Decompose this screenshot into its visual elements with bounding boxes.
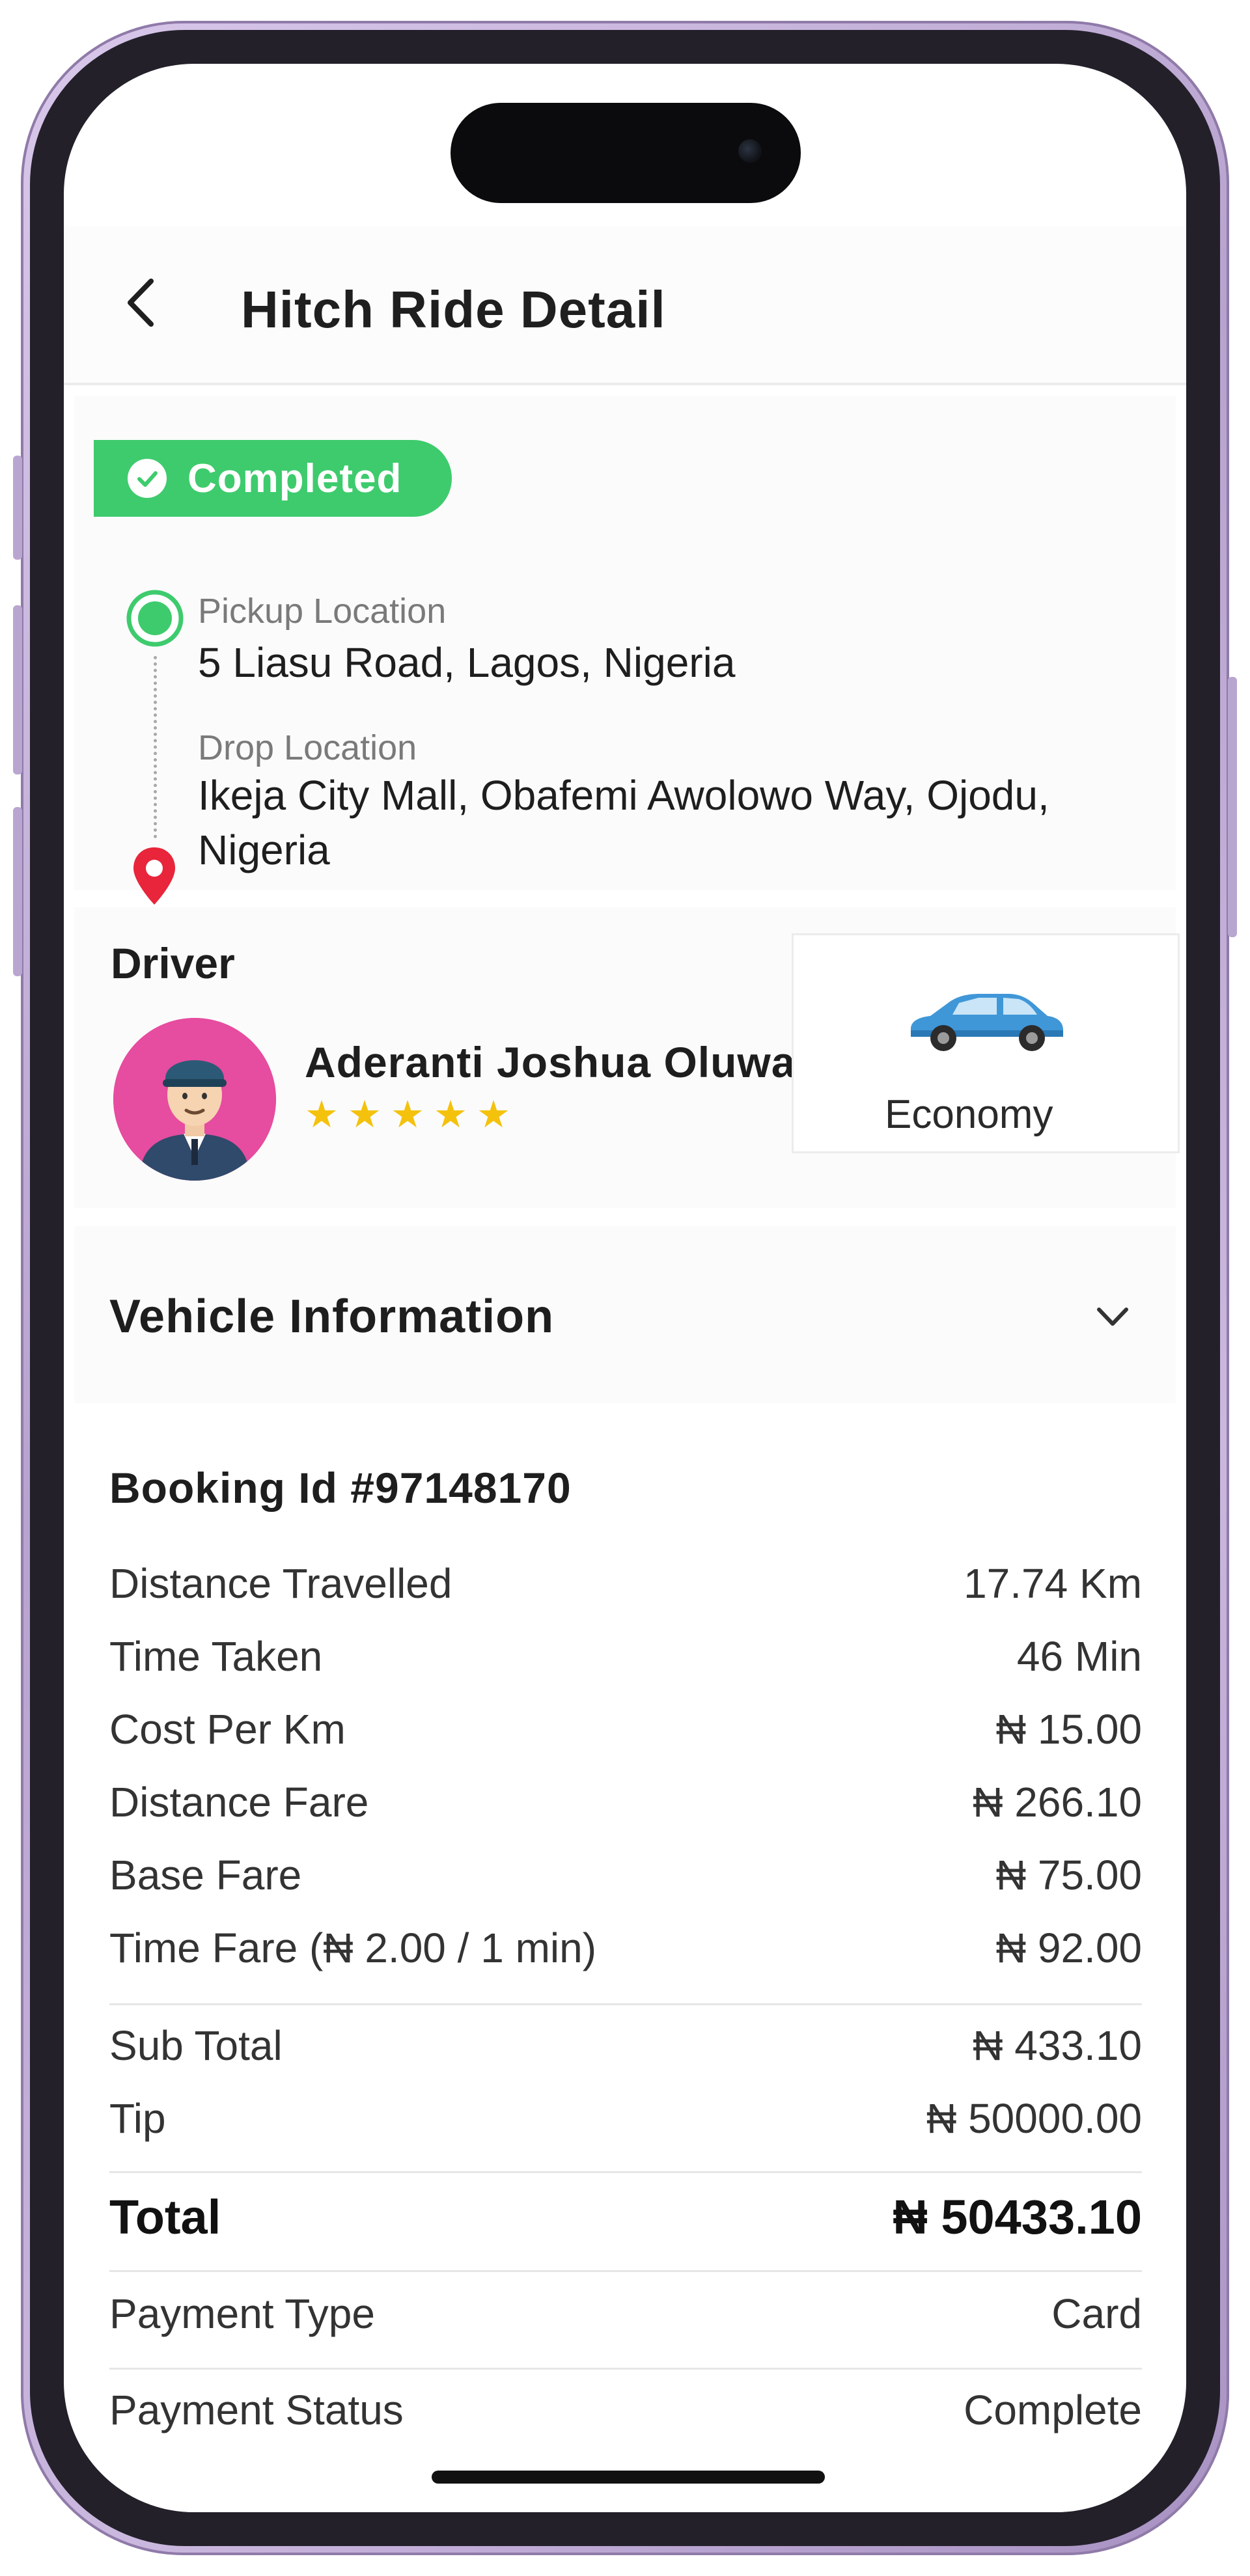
fare-label: Base Fare xyxy=(109,1852,302,1898)
side-button-right xyxy=(1228,677,1237,937)
fare-label: Cost Per Km xyxy=(109,1706,346,1753)
total-label: Total xyxy=(109,2190,221,2244)
star-icon: ★ xyxy=(305,1093,339,1136)
tip-label: Tip xyxy=(109,2095,166,2142)
payment-type-label: Payment Type xyxy=(109,2290,375,2337)
payment-type-value: Card xyxy=(1051,2290,1142,2337)
home-indicator[interactable] xyxy=(432,2471,825,2484)
drop-label: Drop Location xyxy=(198,728,417,767)
payment-status-label: Payment Status xyxy=(109,2387,404,2433)
fare-value: ₦ 92.00 xyxy=(995,1925,1142,1971)
chevron-down-icon[interactable] xyxy=(1090,1298,1135,1337)
fare-value: ₦ 15.00 xyxy=(995,1706,1142,1753)
payment-status-row: Payment Status Complete xyxy=(109,2386,1142,2434)
fare-label: Time Taken xyxy=(109,1633,323,1680)
route-connector xyxy=(154,656,157,838)
fare-value: 46 Min xyxy=(1016,1633,1142,1680)
drop-address: Ikeja City Mall, Obafemi Awolowo Way, Oj… xyxy=(198,772,1049,873)
total-value: ₦ 50433.10 xyxy=(893,2190,1142,2244)
avatar xyxy=(113,1018,276,1181)
fare-label: Time Fare (₦ 2.00 / 1 min) xyxy=(109,1925,597,1971)
dynamic-island xyxy=(451,103,801,203)
map-pin-icon xyxy=(133,847,175,905)
fare-row: Distance Travelled 17.74 Km xyxy=(109,1559,1142,1608)
subtotal-label: Sub Total xyxy=(109,2022,283,2069)
fare-row: Base Fare ₦ 75.00 xyxy=(109,1851,1142,1899)
star-icon: ★ xyxy=(434,1093,467,1136)
booking-id: Booking Id #97148170 xyxy=(109,1464,572,1512)
pickup-dot-icon xyxy=(126,590,184,647)
star-icon: ★ xyxy=(391,1093,424,1136)
payment-status-value: Complete xyxy=(964,2387,1142,2433)
subtotal-row: Sub Total ₦ 433.10 xyxy=(109,2021,1142,2070)
vehicle-information-title: Vehicle Information xyxy=(109,1291,555,1343)
tip-row: Tip ₦ 50000.00 xyxy=(109,2094,1142,2143)
fare-label: Distance Fare xyxy=(109,1779,369,1826)
fare-value: ₦ 266.10 xyxy=(973,1779,1142,1826)
fare-value: ₦ 75.00 xyxy=(995,1852,1142,1898)
pickup-label: Pickup Location xyxy=(198,592,447,631)
car-icon xyxy=(911,994,1063,1051)
camera-icon xyxy=(738,139,762,163)
pickup-address: 5 Liasu Road, Lagos, Nigeria xyxy=(198,639,736,686)
app-screen: Hitch Ride Detail Completed Pickup Locat… xyxy=(64,64,1186,2512)
divider xyxy=(109,2368,1142,2370)
ride-locations-card: Completed Pickup Location 5 Liasu Road, … xyxy=(74,396,1176,905)
fare-value: 17.74 Km xyxy=(964,1560,1142,1607)
tip-value: ₦ 50000.00 xyxy=(926,2095,1142,2142)
fare-row: Time Fare (₦ 2.00 / 1 min) ₦ 92.00 xyxy=(109,1924,1142,1972)
divider xyxy=(109,2003,1142,2005)
vehicle-type-card: Economy xyxy=(792,933,1180,1153)
star-icon: ★ xyxy=(477,1093,510,1136)
status-label: Completed xyxy=(188,456,402,501)
chevron-left-icon[interactable] xyxy=(113,273,172,332)
booking-details: Booking Id #97148170 Distance Travelled … xyxy=(74,1424,1176,2512)
driver-heading: Driver xyxy=(111,939,235,987)
side-button-left-1 xyxy=(13,456,22,560)
vehicle-information-toggle[interactable]: Vehicle Information xyxy=(74,1226,1176,1403)
side-button-left-3 xyxy=(13,807,22,976)
side-button-left-2 xyxy=(13,605,22,774)
check-circle-icon xyxy=(128,459,167,498)
divider xyxy=(109,2171,1142,2173)
star-icon: ★ xyxy=(348,1093,382,1136)
driver-avatar-icon xyxy=(113,1018,276,1181)
subtotal-value: ₦ 433.10 xyxy=(973,2022,1142,2069)
driver-rating: ★ ★ ★ ★ ★ xyxy=(305,1096,510,1134)
payment-type-row: Payment Type Card xyxy=(109,2290,1142,2338)
page-title: Hitch Ride Detail xyxy=(241,281,666,338)
total-row: Total ₦ 50433.10 xyxy=(109,2189,1142,2245)
divider xyxy=(109,2270,1142,2272)
fare-row: Cost Per Km ₦ 15.00 xyxy=(109,1705,1142,1753)
app-header: Hitch Ride Detail xyxy=(64,226,1186,385)
vehicle-type-label: Economy xyxy=(885,1092,1053,1137)
status-badge: Completed xyxy=(94,440,452,517)
fare-row: Distance Fare ₦ 266.10 xyxy=(109,1778,1142,1826)
driver-card: Driver Aderanti Joshua Oluwafemi ★ ★ ★ ★ xyxy=(74,907,1180,1208)
fare-row: Time Taken 46 Min xyxy=(109,1632,1142,1680)
fare-label: Distance Travelled xyxy=(109,1560,452,1607)
